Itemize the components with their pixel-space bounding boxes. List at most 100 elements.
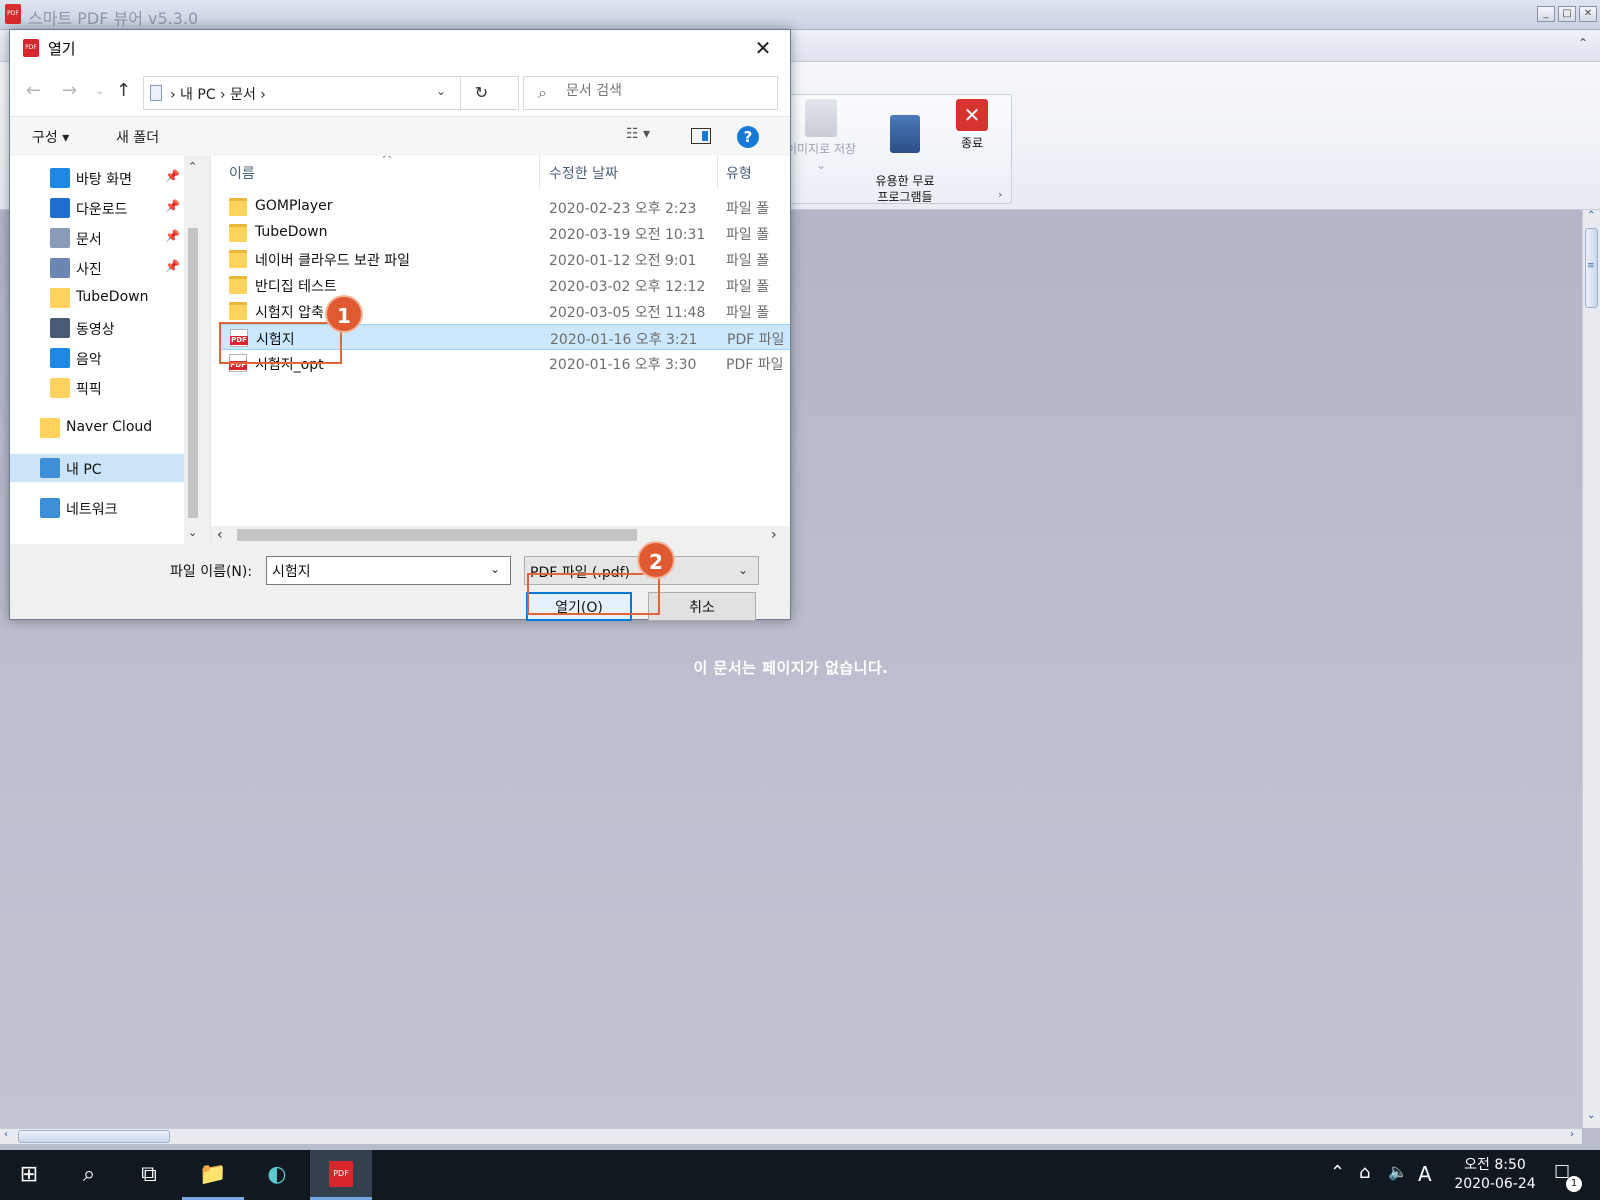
nav-item[interactable]: 내 PC (10, 454, 184, 482)
close-app-button[interactable]: ✕ (1579, 6, 1597, 22)
clock-date[interactable]: 2020-06-24 (1440, 1176, 1550, 1192)
file-row[interactable]: 네이버 클라우드 보관 파일 2020-01-12 오전 9:01 파일 폴 (219, 246, 790, 272)
nav-item[interactable]: 문서 📌 (10, 224, 184, 252)
ime-indicator[interactable]: A (1418, 1162, 1432, 1186)
free-programs-button[interactable]: 유용한 무료 프로그램들 (863, 99, 947, 221)
preview-pane-icon[interactable] (691, 128, 711, 144)
group-launcher-icon[interactable]: › (998, 188, 1002, 201)
scroll-right-icon[interactable]: › (771, 527, 777, 543)
app-title: 스마트 PDF 뷰어 v5.3.0 (28, 9, 199, 28)
search-input[interactable] (566, 83, 766, 99)
vertical-scroll-thumb[interactable]: ≡ (1585, 228, 1598, 308)
nav-item[interactable]: 바탕 화면 📌 (10, 164, 184, 192)
file-row[interactable]: 시험지 압축 2020-03-05 오전 11:48 파일 폴 (219, 298, 790, 324)
callout-highlight-2 (527, 573, 660, 615)
column-modified[interactable]: 수정한 날짜 (549, 163, 618, 183)
nav-item-label: 네트워크 (66, 502, 118, 518)
scroll-up-icon[interactable]: ⌃ (188, 160, 197, 173)
callout-highlight-1 (219, 322, 342, 364)
desktop-icon (50, 168, 70, 188)
new-folder-button[interactable]: 새 폴더 (116, 127, 159, 147)
column-type[interactable]: 유형 (726, 163, 752, 183)
download-icon (50, 198, 70, 218)
scroll-left-icon[interactable]: ‹ (217, 527, 223, 543)
cancel-button[interactable]: 취소 (648, 592, 756, 621)
taskbar-search-icon[interactable]: ⌕ (60, 1150, 118, 1200)
column-divider (717, 156, 718, 188)
exit-button[interactable]: ✕ 종료 (947, 99, 997, 151)
scroll-down-icon[interactable]: ⌄ (1587, 1110, 1595, 1121)
nav-item[interactable]: 네트워크 (10, 494, 184, 522)
save-as-image-label: 이미지로 저장 (785, 142, 857, 156)
nav-item-label: 음악 (76, 352, 102, 368)
scroll-right-icon[interactable]: › (1570, 1129, 1574, 1140)
tray-chevron-icon[interactable]: ⌃ (1330, 1162, 1345, 1183)
nav-item[interactable]: 사진 📌 (10, 254, 184, 282)
dialog-close-button[interactable]: ✕ (748, 34, 778, 62)
nav-item[interactable]: 다운로드 📌 (10, 194, 184, 222)
pdf-viewer-taskbar-button[interactable]: PDF (310, 1150, 372, 1200)
file-list-hscrollbar[interactable]: ‹ › (211, 526, 790, 544)
pin-icon: 📌 (165, 259, 180, 273)
nav-item[interactable]: Naver Cloud (10, 414, 184, 442)
network-icon[interactable]: ⌂ (1359, 1162, 1370, 1183)
scroll-down-icon[interactable]: ⌄ (188, 526, 197, 539)
nav-item[interactable]: 픽픽 (10, 374, 184, 402)
search-icon: ⌕ (538, 83, 547, 102)
horizontal-scroll-thumb[interactable] (18, 1130, 170, 1143)
forward-arrow-icon[interactable]: → (62, 80, 77, 101)
column-divider (539, 156, 540, 188)
minimize-button[interactable]: _ (1537, 6, 1555, 22)
view-options-button[interactable]: ☷ ▾ (626, 126, 650, 142)
file-name: 반디집 테스트 (255, 279, 337, 295)
recent-locations-icon[interactable]: ⌄ (95, 84, 104, 97)
nav-pane-scroll-thumb[interactable] (188, 228, 198, 518)
refresh-button[interactable]: ↻ (460, 77, 502, 109)
address-bar[interactable]: › 내 PC › 문서 › ⌄ ↻ (143, 76, 519, 110)
save-as-image-button[interactable]: 이미지로 저장 ⌄ (781, 99, 861, 173)
file-row[interactable]: TubeDown 2020-03-19 오전 10:31 파일 폴 (219, 220, 790, 246)
back-arrow-icon[interactable]: ← (26, 80, 41, 101)
address-dropdown-icon[interactable]: ⌄ (436, 84, 446, 98)
callout-badge-2: 2 (637, 541, 675, 579)
file-type: 파일 폴 (726, 201, 770, 217)
file-row[interactable]: 반디집 테스트 2020-03-02 오후 12:12 파일 폴 (219, 272, 790, 298)
nav-item[interactable]: 동영상 (10, 314, 184, 342)
volume-icon[interactable]: 🔈 (1388, 1162, 1408, 1181)
file-explorer-icon[interactable]: 📁 (182, 1150, 244, 1200)
help-icon[interactable]: ? (737, 126, 759, 148)
nav-item[interactable]: TubeDown (10, 284, 184, 312)
clock-time[interactable]: 오전 8:50 (1452, 1154, 1538, 1174)
pin-icon: 📌 (165, 169, 180, 183)
scroll-up-icon[interactable]: ⌃ (1587, 210, 1595, 221)
start-button[interactable]: ⊞ (0, 1150, 58, 1200)
organize-button[interactable]: 구성 ▾ (32, 127, 69, 147)
vertical-scrollbar[interactable]: ⌃ ≡ ⌄ (1582, 210, 1600, 1128)
filename-dropdown-icon[interactable]: ⌄ (490, 562, 500, 576)
file-name: TubeDown (255, 224, 328, 240)
up-arrow-icon[interactable]: ↑ (116, 80, 131, 101)
horizontal-scrollbar[interactable]: ‹ › (0, 1128, 1582, 1144)
scroll-left-icon[interactable]: ‹ (4, 1129, 8, 1140)
filetype-dropdown-icon[interactable]: ⌄ (738, 563, 748, 577)
sort-ascending-icon: ^ (381, 156, 393, 168)
task-view-icon[interactable]: ⧉ (120, 1150, 178, 1200)
filename-input[interactable] (266, 556, 511, 585)
restore-button[interactable]: □ (1558, 6, 1576, 22)
file-modified: 2020-02-23 오후 2:23 (549, 201, 697, 217)
folder-icon (229, 198, 247, 216)
breadcrumb[interactable]: › 내 PC › 문서 › (170, 84, 266, 104)
file-row[interactable]: GOMPlayer 2020-02-23 오후 2:23 파일 폴 (219, 194, 790, 220)
ribbon-collapse-icon[interactable]: ⌃ (1578, 36, 1588, 50)
pdf-app-icon: PDF (23, 39, 39, 57)
search-box[interactable]: ⌕ (523, 76, 778, 110)
file-list-hscroll-thumb[interactable] (237, 529, 637, 541)
nav-item[interactable]: 음악 (10, 344, 184, 372)
nav-item-label: 사진 (76, 262, 102, 278)
folder-icon (229, 276, 247, 294)
column-name[interactable]: 이름 (229, 163, 255, 183)
nav-item-label: 동영상 (76, 322, 115, 338)
nav-item-label: 문서 (76, 232, 102, 248)
browser-icon[interactable]: ◐ (246, 1150, 308, 1200)
nav-item-label: Naver Cloud (66, 419, 153, 435)
